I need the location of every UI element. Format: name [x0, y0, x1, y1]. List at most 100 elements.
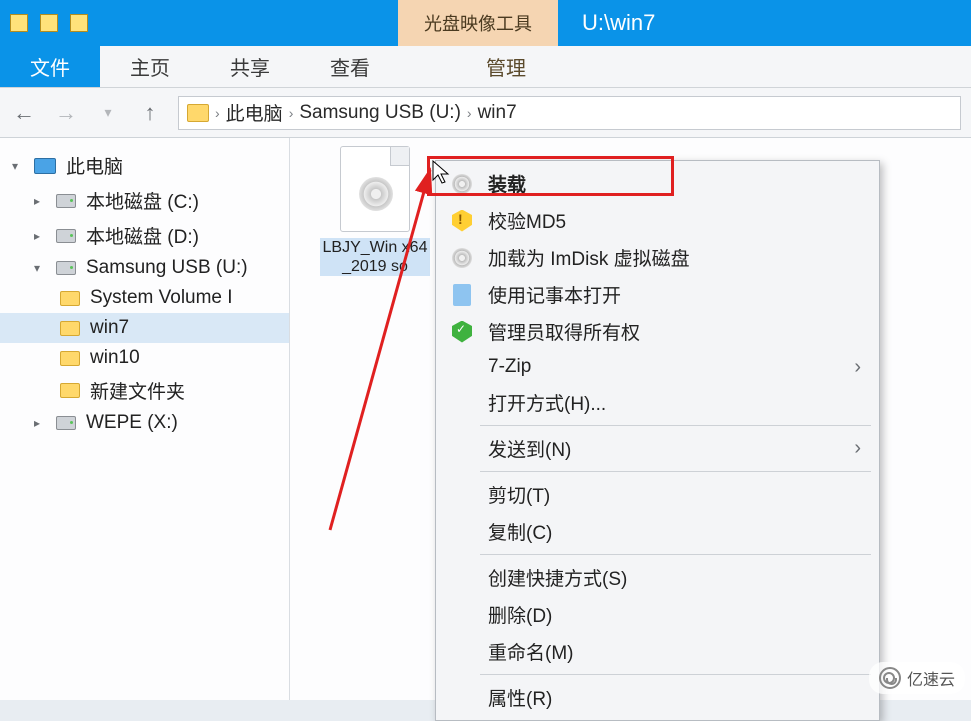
- watermark-icon: [879, 667, 901, 689]
- tree-label: win10: [90, 347, 140, 369]
- ctx-delete[interactable]: 删除(D): [436, 596, 879, 633]
- crumb-drive[interactable]: Samsung USB (U:): [299, 102, 461, 124]
- ctx-label: 发送到(N): [488, 435, 571, 462]
- crumb-this-pc[interactable]: 此电脑: [226, 99, 283, 126]
- chevron-right-icon: ›: [854, 356, 861, 379]
- tab-manage[interactable]: 管理: [456, 46, 556, 87]
- tree-label: 本地磁盘 (D:): [86, 222, 199, 249]
- contextual-tab-disc-image-tools: 光盘映像工具: [398, 0, 558, 46]
- collapse-icon[interactable]: ▾: [34, 261, 46, 275]
- quick-launch: [0, 0, 98, 46]
- ctx-verify-md5[interactable]: 校验MD5: [436, 202, 879, 239]
- up-button[interactable]: ↑: [136, 99, 164, 127]
- ctx-label: 管理员取得所有权: [488, 318, 640, 345]
- folder-icon: [187, 104, 209, 122]
- tree-drive-usb[interactable]: ▾ Samsung USB (U:): [0, 253, 289, 283]
- back-button[interactable]: ←: [10, 99, 38, 127]
- ctx-label: 重命名(M): [488, 638, 573, 665]
- forward-button[interactable]: →: [52, 99, 80, 127]
- expand-icon[interactable]: ▸: [34, 194, 46, 208]
- ctx-label: 属性(R): [488, 684, 552, 711]
- ql-icon-2[interactable]: [40, 14, 58, 32]
- ctx-label: 7-Zip: [488, 356, 531, 378]
- tree-label: 此电脑: [66, 152, 123, 179]
- disc-icon: [450, 172, 474, 196]
- disc-icon: [450, 246, 474, 270]
- shield-check-icon: [450, 320, 474, 344]
- tree-label: System Volume I: [90, 287, 233, 309]
- nav-toolbar: ← → ▾ ↑ › 此电脑 › Samsung USB (U:) › win7: [0, 88, 971, 138]
- drive-icon: [56, 194, 76, 208]
- ctx-cut[interactable]: 剪切(T): [436, 476, 879, 513]
- folder-icon: [60, 321, 80, 336]
- ctx-label: 删除(D): [488, 601, 552, 628]
- tree-folder-win10[interactable]: win10: [0, 343, 289, 373]
- pc-icon: [34, 158, 56, 174]
- ribbon-tabs: 文件 主页 共享 查看 管理: [0, 46, 971, 88]
- file-iso[interactable]: LBJY_Win x64_2019 so: [320, 146, 430, 276]
- tree-drive-d[interactable]: ▸ 本地磁盘 (D:): [0, 218, 289, 253]
- ctx-7zip[interactable]: 7-Zip ›: [436, 350, 879, 384]
- ctx-properties[interactable]: 属性(R): [436, 679, 879, 716]
- window-titlebar: 光盘映像工具 U:\win7: [0, 0, 971, 46]
- ctx-open-notepad[interactable]: 使用记事本打开: [436, 276, 879, 313]
- window-title-path: U:\win7: [558, 0, 679, 46]
- ctx-label: 复制(C): [488, 518, 552, 545]
- ql-icon-1[interactable]: [10, 14, 28, 32]
- iso-file-icon: [340, 146, 410, 232]
- tree-label: Samsung USB (U:): [86, 257, 248, 279]
- ctx-label: 打开方式(H)...: [488, 389, 606, 416]
- chevron-right-icon: ›: [215, 105, 220, 121]
- ctx-imdisk[interactable]: 加载为 ImDisk 虚拟磁盘: [436, 239, 879, 276]
- expand-icon[interactable]: ▸: [34, 229, 46, 243]
- folder-icon: [60, 351, 80, 366]
- ctx-copy[interactable]: 复制(C): [436, 513, 879, 550]
- tree-this-pc[interactable]: ▾ 此电脑: [0, 148, 289, 183]
- tab-view[interactable]: 查看: [300, 46, 400, 87]
- tree-label: WEPE (X:): [86, 412, 178, 434]
- drive-icon: [56, 261, 76, 275]
- tree-label: 新建文件夹: [90, 377, 185, 404]
- ctx-rename[interactable]: 重命名(M): [436, 633, 879, 670]
- separator: [480, 554, 871, 555]
- tab-home[interactable]: 主页: [100, 46, 200, 87]
- ctx-label: 使用记事本打开: [488, 281, 621, 308]
- ctx-mount[interactable]: 装载: [436, 165, 879, 202]
- chevron-right-icon: ›: [467, 105, 472, 121]
- ctx-create-shortcut[interactable]: 创建快捷方式(S): [436, 559, 879, 596]
- drive-icon: [56, 229, 76, 243]
- tree-drive-c[interactable]: ▸ 本地磁盘 (C:): [0, 183, 289, 218]
- address-bar[interactable]: › 此电脑 › Samsung USB (U:) › win7: [178, 96, 961, 130]
- chevron-right-icon: ›: [289, 105, 294, 121]
- notepad-icon: [450, 283, 474, 307]
- ctx-label: 校验MD5: [488, 207, 566, 234]
- history-dropdown[interactable]: ▾: [94, 99, 122, 127]
- ctx-label: 剪切(T): [488, 481, 550, 508]
- chevron-right-icon: ›: [854, 437, 861, 460]
- folder-icon: [60, 383, 80, 398]
- folder-icon: [60, 291, 80, 306]
- nav-tree: ▾ 此电脑 ▸ 本地磁盘 (C:) ▸ 本地磁盘 (D:) ▾ Samsung …: [0, 138, 290, 700]
- tree-folder-win7[interactable]: win7: [0, 313, 289, 343]
- watermark-text: 亿速云: [907, 666, 955, 690]
- ctx-label: 装载: [488, 170, 526, 197]
- collapse-icon[interactable]: ▾: [12, 159, 24, 173]
- ctx-open-with[interactable]: 打开方式(H)...: [436, 384, 879, 421]
- tree-drive-wepe[interactable]: ▸ WEPE (X:): [0, 408, 289, 438]
- tab-file[interactable]: 文件: [0, 46, 100, 87]
- crumb-folder[interactable]: win7: [478, 102, 517, 124]
- ctx-admin-ownership[interactable]: 管理员取得所有权: [436, 313, 879, 350]
- tree-folder-new[interactable]: 新建文件夹: [0, 373, 289, 408]
- shield-warning-icon: [450, 209, 474, 233]
- ql-icon-3[interactable]: [70, 14, 88, 32]
- tree-label: win7: [90, 317, 129, 339]
- ctx-label: 加载为 ImDisk 虚拟磁盘: [488, 244, 690, 271]
- tree-label: 本地磁盘 (C:): [86, 187, 199, 214]
- tab-share[interactable]: 共享: [200, 46, 300, 87]
- file-name: LBJY_Win x64_2019 so: [320, 238, 430, 276]
- ctx-label: 创建快捷方式(S): [488, 564, 627, 591]
- separator: [480, 425, 871, 426]
- expand-icon[interactable]: ▸: [34, 416, 46, 430]
- ctx-send-to[interactable]: 发送到(N) ›: [436, 430, 879, 467]
- tree-folder-svi[interactable]: System Volume I: [0, 283, 289, 313]
